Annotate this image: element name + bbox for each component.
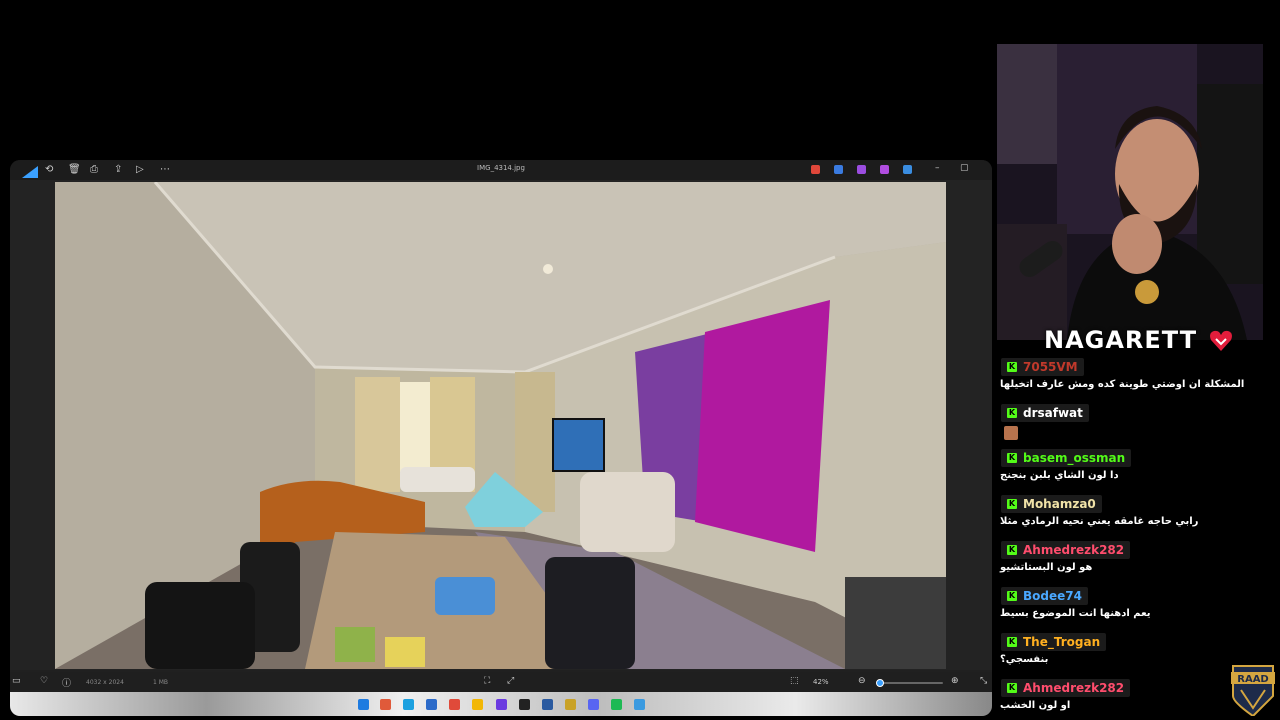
chat-message: K basem_ossman دا لون الشاي بلبن بنجنج <box>998 447 1132 481</box>
taskbar-app-icon[interactable] <box>380 699 391 710</box>
room-photo <box>55 182 946 669</box>
edit-icon[interactable] <box>834 165 843 174</box>
kick-badge-icon: K <box>1007 362 1017 372</box>
copilot-icon[interactable] <box>811 165 820 174</box>
chat-message: K Ahmedrezk282 هو لون البستاتشيو <box>998 539 1131 573</box>
image-dimensions: 4032 x 2024 <box>86 679 124 686</box>
minimize-icon[interactable]: – <box>935 163 940 173</box>
info-icon[interactable]: ⓘ <box>62 676 71 689</box>
taskbar-app-icon[interactable] <box>634 699 645 710</box>
chat-username: Mohamza0 <box>1023 497 1096 511</box>
photo-canvas <box>10 180 992 670</box>
chat-emote-icon <box>1004 426 1018 440</box>
taskbar-app-icon[interactable] <box>449 699 460 710</box>
room-photo-image <box>55 182 946 669</box>
viewer-toolbar: ⟲ 🗑 ⎙ ⇪ ▷ ⋯ IMG_4314.jpg – ▢ <box>10 160 992 180</box>
chat-message: K Ahmedrezk282 او لون الخشب <box>998 677 1131 711</box>
chat-username-badge[interactable]: K drsafwat <box>1001 404 1089 422</box>
chat-username-badge[interactable]: K Bodee74 <box>1001 587 1088 605</box>
kick-badge-icon: K <box>1007 637 1017 647</box>
image-filesize: 1 MB <box>153 679 169 686</box>
clipchamp-icon[interactable] <box>880 165 889 174</box>
raad-logo: RAAD <box>1231 665 1275 716</box>
chat-message: K Mohamza0 رابي حاجه غامقه يعني نحيه الر… <box>998 493 1198 527</box>
zoom-in-icon[interactable]: ⊕ <box>951 676 959 686</box>
discord-icon[interactable] <box>588 699 599 710</box>
explorer-icon[interactable] <box>426 699 437 710</box>
onedrive-icon[interactable] <box>903 165 912 174</box>
chat-username: basem_ossman <box>1023 451 1126 465</box>
crop-icon[interactable]: ⬚ <box>790 676 799 686</box>
start-icon[interactable] <box>358 699 369 710</box>
kick-badge-icon: K <box>1007 499 1017 509</box>
chat-username: Bodee74 <box>1023 589 1082 603</box>
chat-text: او لون الخشب <box>1000 700 1071 711</box>
expand-icon[interactable]: ⤡ <box>980 676 987 686</box>
chat-username: Ahmedrezk282 <box>1023 681 1125 695</box>
fullscreen-icon[interactable]: ⤢ <box>507 676 514 686</box>
chat-text: رابي حاجه غامقه يعني نحيه الرمادي مثلا <box>1000 516 1199 527</box>
chat-username: 7055VM <box>1023 360 1078 374</box>
chrome-icon[interactable] <box>472 699 483 710</box>
kick-badge-icon: K <box>1007 591 1017 601</box>
kick-badge-icon: K <box>1007 683 1017 693</box>
file-title: IMG_4314.jpg <box>477 164 525 172</box>
chat-text: دا لون الشاي بلبن بنجنج <box>1000 470 1119 481</box>
chat-message: K 7055VM المشكلة ان اوضتي طوينة كده ومش … <box>998 356 1244 390</box>
edge-icon[interactable] <box>403 699 414 710</box>
heart-icon <box>1210 330 1232 351</box>
windows-taskbar <box>10 692 992 716</box>
chat-text: يعم ادهنها انت الموضوع بسيط <box>1000 608 1151 619</box>
chat-text: المشكلة ان اوضتي طوينة كده ومش عارف اتخي… <box>1000 379 1245 390</box>
chat-username-badge[interactable]: K Mohamza0 <box>1001 495 1102 513</box>
chat-message: K The_Trogan بنفسجي؟ <box>998 631 1107 665</box>
chat-username: drsafwat <box>1023 406 1083 420</box>
chat-message: K Bodee74 يعم ادهنها انت الموضوع بسيط <box>998 585 1151 619</box>
zoom-out-icon[interactable]: ⊖ <box>858 676 866 686</box>
favorite-icon[interactable]: ♡ <box>40 676 48 686</box>
streamer-name: NAGARETT <box>1044 326 1198 354</box>
chat-username-badge[interactable]: K basem_ossman <box>1001 449 1132 467</box>
chat-username: Ahmedrezk282 <box>1023 543 1125 557</box>
kick-badge-icon: K <box>1007 545 1017 555</box>
filmstrip-icon[interactable]: ▭ <box>12 676 21 686</box>
taskbar-app-icon[interactable] <box>542 699 553 710</box>
webcam-feed <box>997 44 1263 340</box>
kick-badge-icon: K <box>1007 408 1017 418</box>
chat-message: K drsafwat <box>998 402 1089 440</box>
maximize-icon[interactable]: ▢ <box>960 163 969 173</box>
zoom-level[interactable]: 42% <box>813 678 829 686</box>
chat-username-badge[interactable]: K Ahmedrezk282 <box>1001 541 1131 559</box>
taskbar-app-icon[interactable] <box>496 699 507 710</box>
zoom-slider[interactable] <box>875 679 943 687</box>
spotify-icon[interactable] <box>611 699 622 710</box>
4k-app-icon[interactable] <box>519 699 530 710</box>
chat-username-badge[interactable]: K 7055VM <box>1001 358 1084 376</box>
zoom-slider-knob[interactable] <box>875 679 884 687</box>
kick-badge-icon: K <box>1007 453 1017 463</box>
taskbar-app-icon[interactable] <box>565 699 576 710</box>
viewer-statusbar: ▭ ♡ ⓘ 4032 x 2024 1 MB ⛶ ⤢ ⬚ 42% ⊖ ⊕ ⤡ <box>10 672 992 692</box>
svg-text:RAAD: RAAD <box>1237 674 1268 685</box>
photo-viewer-window: ⟲ 🗑 ⎙ ⇪ ▷ ⋯ IMG_4314.jpg – ▢ ▭ ♡ ⓘ 4032 … <box>10 160 992 716</box>
chat-username-badge[interactable]: K Ahmedrezk282 <box>1001 679 1131 697</box>
chat-username-badge[interactable]: K The_Trogan <box>1001 633 1107 651</box>
fit-icon[interactable]: ⛶ <box>484 676 490 686</box>
chat-text: بنفسجي؟ <box>1000 654 1049 665</box>
chat-text: هو لون البستاتشيو <box>1000 562 1093 573</box>
webcam-image <box>997 44 1263 340</box>
chat-username: The_Trogan <box>1023 635 1101 649</box>
designer-icon[interactable] <box>857 165 866 174</box>
